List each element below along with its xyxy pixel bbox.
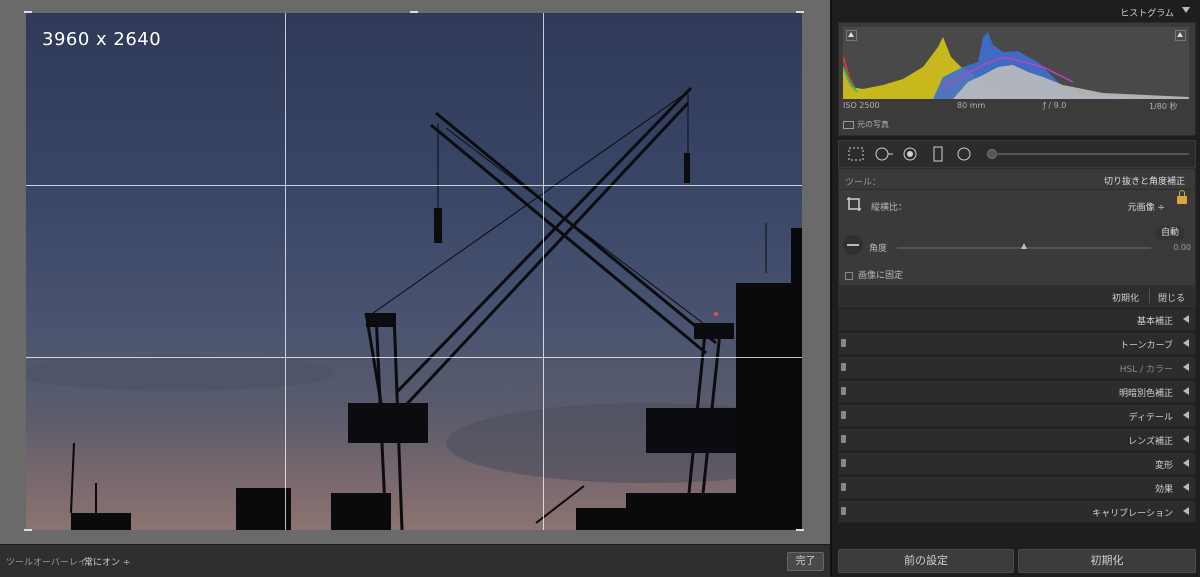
bottom-toolbar: ツールオーバーレイ： 常にオン ÷ 完了 xyxy=(0,544,830,577)
expand-triangle-icon xyxy=(1183,363,1189,371)
graduated-filter-icon[interactable] xyxy=(931,146,945,162)
brush-slider-track[interactable] xyxy=(989,153,1189,155)
develop-right-panel: ヒストグラム ISO 2500 80 mm ƒ / 9.0 1/80 秒 元の写… xyxy=(830,0,1200,576)
panel-switch-icon[interactable] xyxy=(841,339,846,347)
photo-silhouette xyxy=(26,86,802,530)
crop-handle-bottom-left[interactable] xyxy=(24,529,32,531)
section-transform[interactable]: 変形 xyxy=(838,452,1196,475)
section-label: 明暗別色補正 xyxy=(1118,389,1173,399)
section-label: レンズ補正 xyxy=(1128,437,1173,447)
photo-frame: 3960 x 2640 xyxy=(0,0,830,544)
grid-horizontal-line-2 xyxy=(26,357,802,358)
tool-overlay-select[interactable]: 常にオン ÷ xyxy=(84,555,130,568)
section-label: HSL / カラー xyxy=(1119,365,1173,375)
section-label: 効果 xyxy=(1154,485,1173,495)
panel-switch-icon[interactable] xyxy=(841,459,846,467)
original-photo-toggle[interactable]: 元の写真 xyxy=(843,119,889,130)
expand-triangle-icon xyxy=(1183,387,1189,395)
panel-switch-icon[interactable] xyxy=(841,435,846,443)
shadow-clipping-icon[interactable] xyxy=(846,30,857,41)
crop-reset-button[interactable]: 初期化 xyxy=(1112,291,1139,304)
histogram-header[interactable]: ヒストグラム xyxy=(838,0,1196,22)
constrain-to-image-toggle[interactable]: 画像に固定 xyxy=(845,268,903,281)
crop-close-button[interactable]: 閉じる xyxy=(1158,291,1185,304)
constrain-checkbox[interactable] xyxy=(845,271,853,280)
radial-filter-icon[interactable] xyxy=(955,146,973,162)
section-label: ディテール xyxy=(1128,413,1173,423)
main-canvas-area: 3960 x 2640 ツールオーバーレイ： 常にオン ÷ 完了 xyxy=(0,0,830,577)
expand-triangle-icon xyxy=(1183,411,1189,419)
original-photo-label: 元の写真 xyxy=(857,120,889,129)
panel-switch-icon[interactable] xyxy=(841,483,846,491)
angle-label: 角度 xyxy=(869,244,888,254)
panel-switch-icon[interactable] xyxy=(841,363,846,371)
iso-value: ISO 2500 xyxy=(843,101,880,110)
section-detail[interactable]: ディテール xyxy=(838,404,1196,427)
section-effects[interactable]: 効果 xyxy=(838,476,1196,499)
tool-overlay-label: ツールオーバーレイ： xyxy=(6,558,96,568)
section-label: 基本補正 xyxy=(1136,317,1173,327)
section-label: 変形 xyxy=(1154,461,1173,471)
aperture-value: ƒ / 9.0 xyxy=(1043,101,1067,110)
section-calibration[interactable]: キャリブレーション xyxy=(838,500,1196,523)
grid-vertical-line-2 xyxy=(543,13,544,530)
aspect-ratio-select[interactable]: 元画像 ÷ xyxy=(1128,200,1165,213)
crop-tool-panel: ツール： 切り抜きと角度補正 縦横比： 元画像 ÷ 自動 角度 0.00 画像に… xyxy=(838,168,1196,308)
photo-image[interactable]: 3960 x 2640 xyxy=(26,13,802,530)
collapse-triangle-icon[interactable] xyxy=(1182,7,1190,13)
highlight-clipping-icon[interactable] xyxy=(1175,30,1186,41)
panel-switch-icon[interactable] xyxy=(841,411,846,419)
constrain-label: 画像に固定 xyxy=(858,271,904,281)
focal-length-value: 80 mm xyxy=(957,101,986,110)
original-photo-checkbox[interactable] xyxy=(843,120,854,129)
crop-angle-icon[interactable] xyxy=(845,195,863,213)
panel-switch-icon[interactable] xyxy=(841,507,846,515)
tool-strip xyxy=(838,140,1196,168)
divider xyxy=(839,189,1195,190)
photo-dimensions: 3960 x 2640 xyxy=(42,29,162,50)
panel-switch-icon[interactable] xyxy=(841,387,846,395)
histogram-graph xyxy=(842,27,1189,99)
lock-icon[interactable] xyxy=(1177,190,1187,204)
crop-handle-bottom-right[interactable] xyxy=(796,529,804,531)
angle-slider-knob[interactable] xyxy=(1021,243,1027,249)
section-split-toning[interactable]: 明暗別色補正 xyxy=(838,380,1196,403)
done-button[interactable]: 完了 xyxy=(787,552,824,571)
crop-handle-top-right[interactable] xyxy=(796,11,804,13)
section-lens-corrections[interactable]: レンズ補正 xyxy=(838,428,1196,451)
aspect-ratio-label: 縦横比： xyxy=(871,203,908,213)
crop-overlay-icon[interactable] xyxy=(847,146,865,162)
crop-handle-top-center[interactable] xyxy=(410,11,418,13)
expand-triangle-icon xyxy=(1183,507,1189,515)
histogram-panel: ISO 2500 80 mm ƒ / 9.0 1/80 秒 元の写真 xyxy=(838,22,1196,136)
red-eye-icon[interactable] xyxy=(901,146,919,162)
divider xyxy=(1149,289,1150,303)
crop-footer xyxy=(839,285,1195,307)
grid-horizontal-line-1 xyxy=(26,185,802,186)
shutter-speed-value: 1/80 秒 xyxy=(1149,102,1178,111)
straighten-tool-icon[interactable] xyxy=(843,235,863,255)
expand-triangle-icon xyxy=(1183,435,1189,443)
expand-triangle-icon xyxy=(1183,315,1189,323)
reset-button[interactable]: 初期化 xyxy=(1018,549,1196,573)
angle-value[interactable]: 0.00 xyxy=(1173,243,1191,252)
grid-vertical-line-1 xyxy=(285,13,286,530)
expand-triangle-icon xyxy=(1183,459,1189,467)
section-label: トーンカーブ xyxy=(1119,341,1173,351)
section-hsl-color[interactable]: HSL / カラー xyxy=(838,356,1196,379)
section-label: キャリブレーション xyxy=(1092,509,1173,519)
histogram-title: ヒストグラム xyxy=(1120,9,1174,19)
tool-name: 切り抜きと角度補正 xyxy=(1103,177,1185,187)
auto-straighten-button[interactable]: 自動 xyxy=(1155,226,1185,240)
section-tone-curve[interactable]: トーンカーブ xyxy=(838,332,1196,355)
previous-settings-button[interactable]: 前の設定 xyxy=(838,549,1014,573)
expand-triangle-icon xyxy=(1183,483,1189,491)
tool-label: ツール： xyxy=(845,178,882,188)
expand-triangle-icon xyxy=(1183,339,1189,347)
section-basic[interactable]: 基本補正 xyxy=(838,308,1196,331)
crop-handle-top-left[interactable] xyxy=(24,11,32,13)
spot-removal-icon[interactable] xyxy=(873,146,895,162)
histogram-curves xyxy=(842,32,1189,99)
